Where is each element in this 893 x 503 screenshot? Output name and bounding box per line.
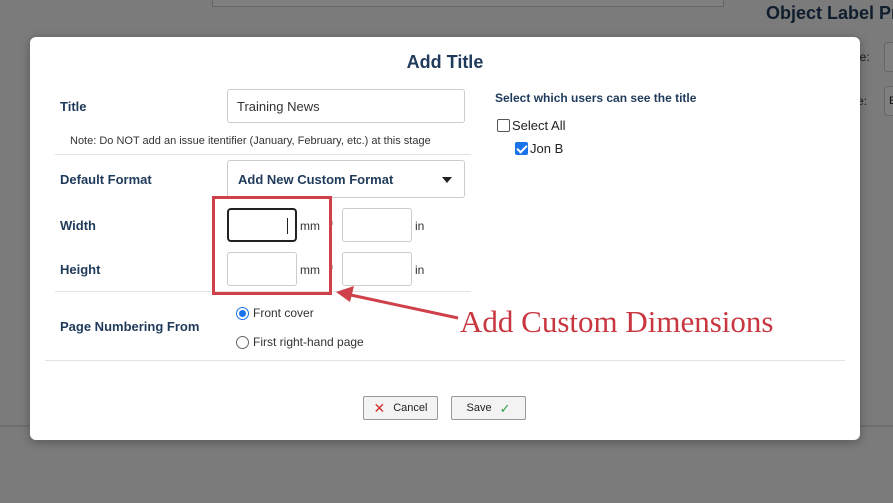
- annotation-arrow-head: [336, 286, 354, 302]
- annotation-text: Add Custom Dimensions: [460, 304, 774, 339]
- annotation-arrow: [336, 286, 459, 320]
- annotation-arrow-line: [345, 292, 459, 320]
